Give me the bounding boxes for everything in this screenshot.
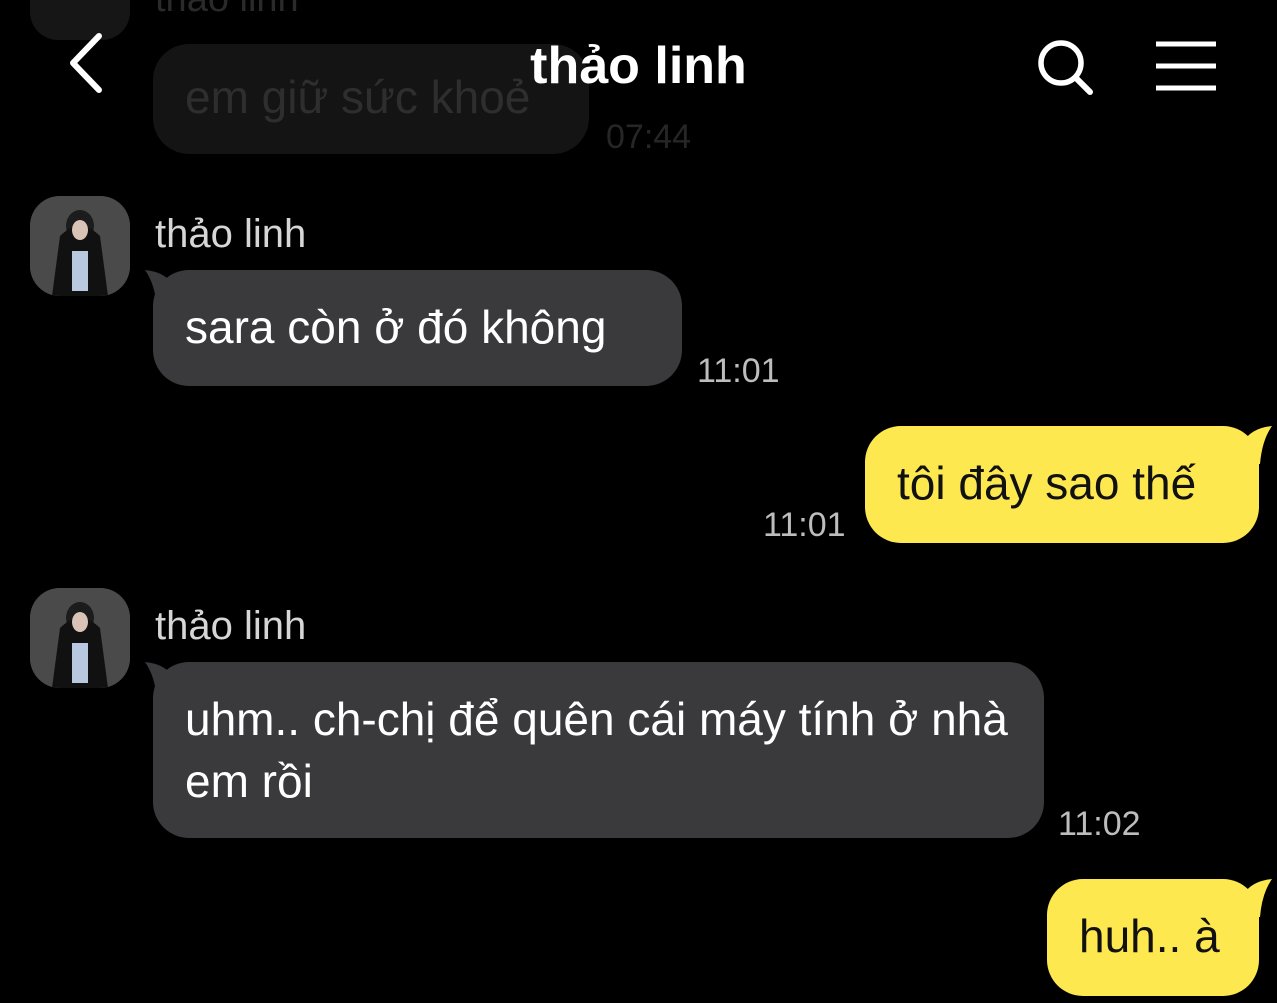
sender-avatar[interactable] bbox=[30, 588, 130, 688]
message-text: uhm.. ch-chị để quên cái máy tính ở nhà … bbox=[185, 693, 1008, 807]
search-button[interactable] bbox=[1030, 32, 1100, 102]
menu-button[interactable] bbox=[1148, 32, 1224, 102]
bubble-tail bbox=[1236, 879, 1272, 917]
search-icon bbox=[1038, 40, 1093, 95]
previous-message-sender: thảo linh bbox=[155, 0, 299, 21]
message-text: huh.. à bbox=[1079, 910, 1220, 962]
message-bubble[interactable]: uhm.. ch-chị để quên cái máy tính ở nhà … bbox=[153, 662, 1044, 838]
message-text: sara còn ở đó không bbox=[185, 301, 607, 353]
previous-message-time: 07:44 bbox=[606, 118, 692, 156]
message-bubble[interactable]: sara còn ở đó không bbox=[153, 270, 682, 386]
avatar-photo-icon bbox=[30, 588, 130, 688]
menu-icon bbox=[1156, 41, 1216, 91]
message-text: tôi đây sao thế bbox=[897, 457, 1197, 509]
message-bubble[interactable]: tôi đây sao thế bbox=[865, 426, 1259, 543]
message-bubble[interactable]: huh.. à bbox=[1047, 879, 1259, 996]
sender-avatar[interactable] bbox=[30, 196, 130, 296]
bubble-tail bbox=[1236, 426, 1272, 464]
message-time: 11:01 bbox=[697, 352, 780, 390]
message-time: 11:01 bbox=[763, 506, 846, 544]
sender-name: thảo linh bbox=[155, 604, 307, 648]
avatar-photo-icon bbox=[30, 196, 130, 296]
sender-name: thảo linh bbox=[155, 212, 307, 256]
message-time: 11:02 bbox=[1058, 805, 1141, 843]
